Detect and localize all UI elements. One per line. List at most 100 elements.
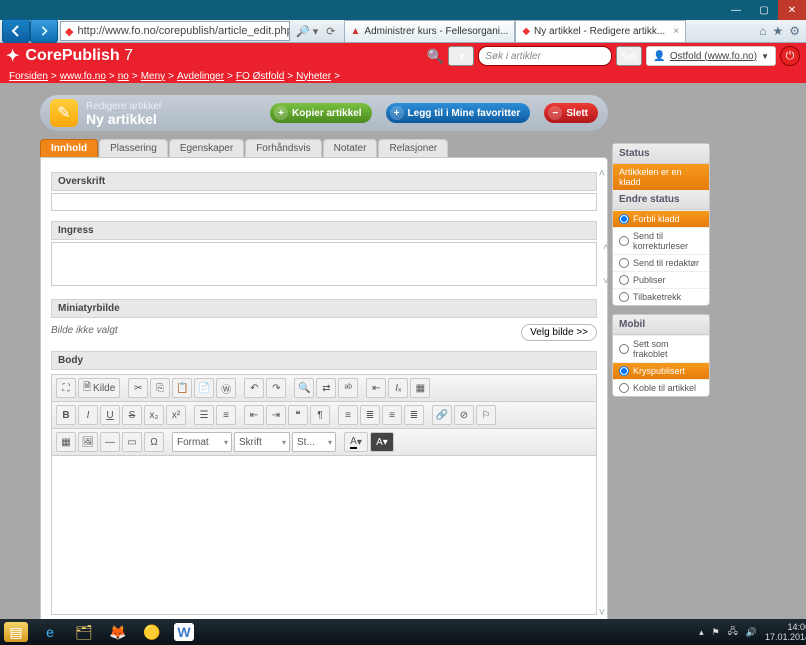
outdent-icon[interactable]: ⇤ [366, 378, 386, 398]
iframe-icon[interactable]: ▭ [122, 432, 142, 452]
browser-back-button[interactable] [2, 19, 30, 43]
power-icon[interactable]: ⏻ [780, 46, 800, 66]
special-char-icon[interactable]: Ω [144, 432, 164, 452]
search-dropdown[interactable]: ▾ [448, 46, 474, 66]
increase-indent-icon[interactable]: ⇥ [266, 405, 286, 425]
home-icon[interactable]: ⌂ [759, 24, 766, 38]
radio-icon[interactable] [619, 258, 629, 268]
div-container-icon[interactable]: ¶ [310, 405, 330, 425]
taskbar-firefox-icon[interactable]: 🦊 [106, 622, 130, 642]
tray-show-hidden-icon[interactable]: ▴ [699, 627, 704, 638]
maximize-icon[interactable]: ⛶ [56, 378, 76, 398]
breadcrumb-item[interactable]: Meny [141, 71, 165, 82]
status-option[interactable]: Tilbaketrekk [613, 288, 709, 305]
taskbar-chrome-icon[interactable]: 🟡 [140, 622, 164, 642]
close-button[interactable]: ✕ [778, 0, 806, 20]
scroll-up-icon[interactable]: ˄ [603, 242, 609, 253]
tab-egenskaper[interactable]: Egenskaper [169, 139, 244, 157]
unlink-icon[interactable]: ⊘ [454, 405, 474, 425]
user-menu[interactable]: 👤 Ostfold (www.fo.no) ▼ [646, 46, 776, 66]
scroll-down-icon[interactable]: ˅ [603, 276, 609, 287]
table-icon[interactable]: ▦ [56, 432, 76, 452]
font-select[interactable]: Skrift [234, 432, 290, 452]
text-color-icon[interactable]: A▾ [344, 432, 368, 452]
bold-icon[interactable]: B [56, 405, 76, 425]
panel-scroll-up-icon[interactable]: ˄ [599, 168, 605, 180]
bulleted-list-icon[interactable]: ≡ [216, 405, 236, 425]
browser-tab[interactable]: ▲ Administrer kurs - Fellesorgani... [344, 20, 516, 42]
spellcheck-icon[interactable]: ᵃᵇ [338, 378, 358, 398]
header-search-input[interactable]: Søk i artikler [478, 46, 612, 66]
start-button[interactable]: ▤ [4, 622, 28, 642]
tab-plassering[interactable]: Plassering [99, 139, 168, 157]
taskbar-ie-icon[interactable]: e [38, 622, 62, 642]
panel-scroll-down-icon[interactable]: ˅ [599, 607, 605, 619]
breadcrumb-item[interactable]: Avdelinger [177, 71, 224, 82]
mobil-option[interactable]: Sett som frakoblet [613, 335, 709, 362]
ingress-input[interactable] [51, 242, 597, 286]
breadcrumb-item[interactable]: FO Østfold [236, 71, 284, 82]
mobil-option[interactable]: Kryspublisert [613, 362, 709, 379]
radio-icon[interactable] [619, 344, 629, 354]
copy-article-button[interactable]: + Kopier artikkel [270, 103, 371, 123]
add-favorite-button[interactable]: + Legg til i Mine favoritter [386, 103, 531, 123]
breadcrumb-item[interactable]: no [118, 71, 129, 82]
source-button[interactable]: 🗎 Kilde [78, 378, 120, 398]
redo-icon[interactable]: ↷ [266, 378, 286, 398]
find-icon[interactable]: 🔍 [294, 378, 314, 398]
taskbar-word-icon[interactable]: W [174, 623, 194, 641]
url-bar[interactable]: ◆ http://www.fo.no/corepublish/article_e… [60, 21, 290, 41]
refresh-icon[interactable]: ⟳ [322, 25, 339, 38]
browser-tab[interactable]: ◆ Ny artikkel - Redigere artikk... × [515, 20, 686, 42]
overskrift-input[interactable] [51, 193, 597, 211]
status-option[interactable]: Send til korrekturleser [613, 227, 709, 254]
decrease-indent-icon[interactable]: ⇤ [244, 405, 264, 425]
tab-notater[interactable]: Notater [323, 139, 378, 157]
subscript-icon[interactable]: x₂ [144, 405, 164, 425]
show-blocks-icon[interactable]: ▦ [410, 378, 430, 398]
favorites-icon[interactable]: ★ [772, 24, 783, 38]
align-center-icon[interactable]: ≣ [360, 405, 380, 425]
tray-network-icon[interactable]: 🖧 [728, 624, 738, 640]
breadcrumb-item[interactable]: www.fo.no [60, 71, 106, 82]
blockquote-icon[interactable]: ❝ [288, 405, 308, 425]
magnify-icon[interactable]: 🔍 [427, 48, 444, 65]
image-icon[interactable]: 🖼 [78, 432, 98, 452]
tray-flag-icon[interactable]: ⚑ [712, 627, 720, 638]
superscript-icon[interactable]: x² [166, 405, 186, 425]
breadcrumb-item[interactable]: Nyheter [296, 71, 331, 82]
radio-icon[interactable] [619, 214, 629, 224]
radio-icon[interactable] [619, 366, 629, 376]
breadcrumb-item[interactable]: Forsiden [9, 71, 48, 82]
mobil-option[interactable]: Koble til artikkel [613, 379, 709, 396]
radio-icon[interactable] [619, 383, 629, 393]
status-option[interactable]: Forbli kladd [613, 210, 709, 227]
taskbar-clock[interactable]: 14:06 17.01.2014 [765, 622, 806, 642]
editor-body[interactable] [52, 456, 596, 614]
tab-close-icon[interactable]: × [673, 26, 679, 37]
maximize-button[interactable]: ▢ [750, 0, 778, 20]
tab-forhandsvis[interactable]: Forhåndsvis [245, 139, 321, 157]
align-left-icon[interactable]: ≡ [338, 405, 358, 425]
tools-icon[interactable]: ⚙ [789, 24, 800, 38]
align-right-icon[interactable]: ≡ [382, 405, 402, 425]
browser-forward-button[interactable] [30, 19, 58, 43]
anchor-icon[interactable]: ⚐ [476, 405, 496, 425]
horizontal-rule-icon[interactable]: — [100, 432, 120, 452]
numbered-list-icon[interactable]: ☰ [194, 405, 214, 425]
replace-icon[interactable]: ⇄ [316, 378, 336, 398]
size-select[interactable]: St... [292, 432, 336, 452]
bg-color-icon[interactable]: A▾ [370, 432, 394, 452]
tab-innhold[interactable]: Innhold [40, 139, 98, 157]
paste-icon[interactable]: 📋 [172, 378, 192, 398]
underline-icon[interactable]: U [100, 405, 120, 425]
status-option[interactable]: Send til redaktør [613, 254, 709, 271]
strike-icon[interactable]: S [122, 405, 142, 425]
tab-relasjoner[interactable]: Relasjoner [378, 139, 448, 157]
align-justify-icon[interactable]: ≣ [404, 405, 424, 425]
paste-text-icon[interactable]: 📄 [194, 378, 214, 398]
undo-icon[interactable]: ↶ [244, 378, 264, 398]
cut-icon[interactable]: ✂ [128, 378, 148, 398]
header-search-button[interactable]: Søk [616, 46, 642, 66]
choose-image-button[interactable]: Velg bilde >> [521, 324, 597, 341]
